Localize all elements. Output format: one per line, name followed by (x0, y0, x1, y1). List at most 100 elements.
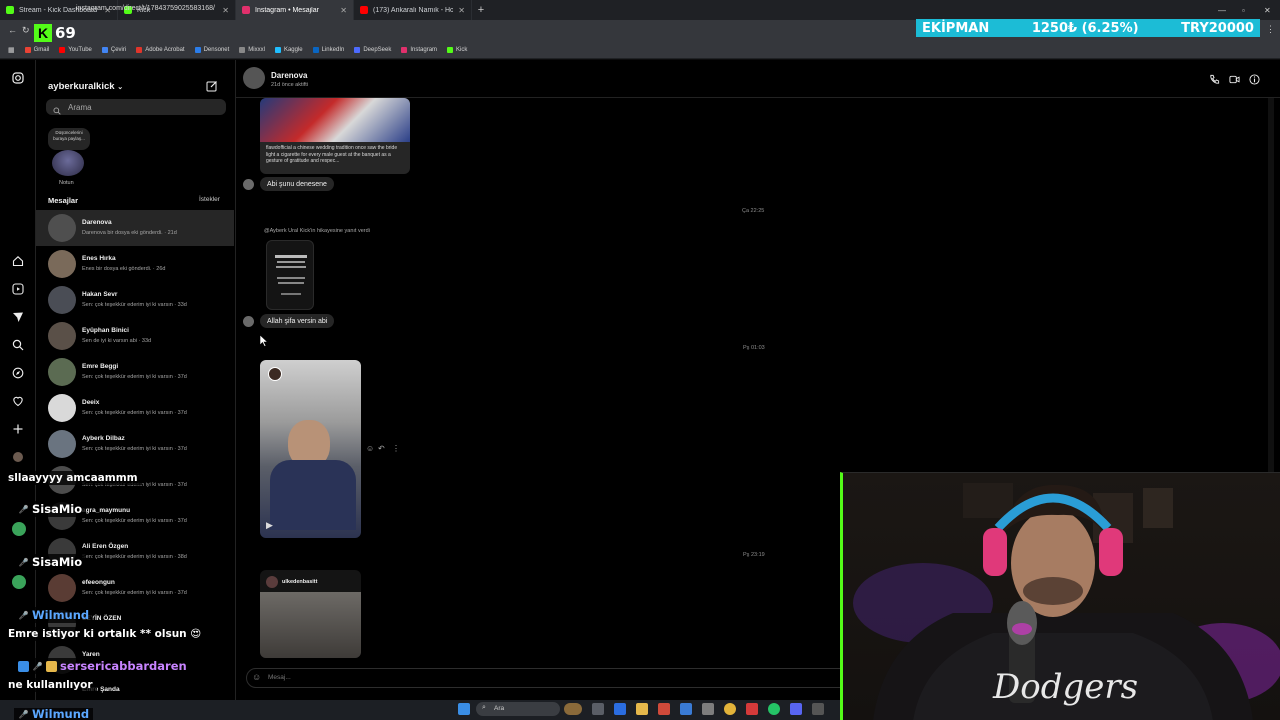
video-icon[interactable] (1228, 73, 1240, 85)
back-icon[interactable]: ← (8, 25, 17, 35)
bookmark-instagram[interactable]: Instagram (401, 47, 437, 53)
windows-start-icon[interactable] (458, 703, 470, 715)
instagram-icon[interactable] (10, 70, 26, 86)
thread-item[interactable]: efeeongun Sen: çok teşekkür ederim iyi ki… (36, 570, 234, 606)
taskbar-search[interactable] (476, 702, 560, 716)
search-icon: ⌕ (482, 704, 486, 711)
app-icon[interactable] (658, 703, 670, 715)
search-icon[interactable] (10, 337, 26, 353)
webcam-overlay: Dodgers (840, 472, 1280, 720)
tab-instagram[interactable]: Instagram • Mesajlar ✕ (236, 0, 354, 20)
url-field[interactable]: instagram.com/direct/t/17843759025583168… (76, 5, 215, 12)
stream-chat-user: 🎤 SisaMio (14, 501, 87, 517)
webcam-image: Dodgers (853, 483, 1280, 720)
message-placeholder: Mesaj... (268, 674, 291, 681)
emoji-icon[interactable]: ☺ (252, 672, 261, 682)
emoji-icon[interactable]: ☺ (366, 444, 374, 453)
new-tab-button[interactable]: + (472, 0, 490, 20)
bookmark-youtube[interactable]: YouTube (59, 47, 92, 53)
tab-youtube[interactable]: (173) Ankaralı Namık - Hovardı✕ (354, 0, 472, 20)
bookmark-kick[interactable]: Kick (447, 47, 467, 53)
kick-logo: K 69 (34, 24, 76, 42)
bookmark-deepseek[interactable]: DeepSeek (354, 47, 391, 53)
maximize-icon[interactable]: ▫ (1242, 0, 1245, 20)
copilot-icon[interactable] (614, 703, 626, 715)
whatsapp-icon[interactable] (768, 703, 780, 715)
close-icon[interactable]: ✕ (458, 6, 465, 15)
story-thumbnail[interactable] (266, 240, 314, 310)
send-icon[interactable] (10, 309, 26, 325)
heart-icon[interactable] (10, 393, 26, 409)
note-text: Düşüncelerini buraya paylaş... (48, 128, 90, 150)
bookmark-linkedin[interactable]: LinkedIn (312, 47, 344, 53)
home-icon[interactable] (10, 253, 26, 269)
svg-text:Dodgers: Dodgers (992, 667, 1138, 707)
explore-icon[interactable] (10, 365, 26, 381)
discord-icon[interactable] (790, 703, 802, 715)
thread-item[interactable]: Hakan Sevr Sen: çok teşekkür ederim iyi k… (36, 282, 234, 318)
app-icon[interactable] (812, 703, 824, 715)
avatar (48, 430, 76, 458)
compose-icon[interactable] (206, 79, 218, 97)
account-username[interactable]: ayberkuralkick ⌄ (48, 81, 123, 92)
bookmark-ceviri[interactable]: Çeviri (101, 47, 126, 53)
taskbar-widget-icon[interactable] (564, 703, 582, 715)
badge-icon: 🎤 (18, 504, 29, 514)
menu-icon[interactable]: ⋮ (1266, 24, 1275, 35)
badge-icon: 🎤 (18, 610, 29, 620)
ticker-goal: TRY20000 (1181, 20, 1254, 36)
kick-icon (6, 6, 14, 14)
thread-item[interactable]: Eyüphan Binici Sen de iyi ki varsın abi ·… (36, 318, 234, 354)
avatar[interactable] (243, 67, 265, 89)
bookmark-mixxxl[interactable]: Mixxxl (239, 47, 265, 53)
close-window-icon[interactable]: ✕ (1264, 0, 1271, 20)
folder-icon[interactable] (636, 703, 648, 715)
donation-ticker: EKİPMAN 1250₺ (6.25%) TRY20000 (916, 19, 1260, 37)
avatar (48, 286, 76, 314)
shared-reel[interactable]: ulkedenbasitt (260, 570, 361, 658)
message-bubble[interactable]: Allah şifa versin abi (260, 314, 335, 328)
shared-reel[interactable]: ▶ (260, 360, 361, 538)
close-icon[interactable]: ✕ (340, 6, 347, 15)
note-bubble[interactable]: Düşüncelerini buraya paylaş... Notun (46, 128, 90, 186)
taskbar-search-label: Ara (494, 705, 505, 712)
create-icon[interactable] (10, 421, 26, 437)
app-icon[interactable] (702, 703, 714, 715)
bookmark-densonet[interactable]: Densonet (194, 47, 229, 53)
badge-icon: 🎤 (18, 557, 29, 567)
reels-icon[interactable] (10, 281, 26, 297)
youtube-icon (360, 6, 368, 14)
thread-item[interactable]: Darenova Darenova bir dosya eki gönderdi.… (36, 210, 234, 246)
minimize-icon[interactable]: — (1218, 0, 1226, 20)
bookmark-gmail[interactable]: Gmail (24, 47, 49, 53)
thread-item[interactable]: Deeix Sen: çok teşekkür ederim iyi ki var… (36, 390, 234, 426)
requests-link[interactable]: İstekler (199, 196, 220, 203)
avatar (266, 576, 278, 588)
calendar-icon[interactable] (680, 703, 692, 715)
shared-post[interactable]: flawdofficial a chinese wedding traditio… (260, 98, 410, 174)
chrome-icon[interactable] (724, 703, 736, 715)
apps-icon[interactable]: ▦ (8, 46, 15, 54)
thread-item[interactable]: Enes Hırka Enes bir dosya eki gönderdi. ·… (36, 246, 234, 282)
info-icon[interactable] (1248, 73, 1260, 85)
timestamp: Ça 22:25 (742, 208, 765, 214)
message-bubble[interactable]: Abi şunu denesene (260, 177, 334, 191)
timestamp: Pş 01:03 (743, 345, 765, 351)
avatar (52, 150, 84, 176)
thread-item[interactable]: Emre Beggi Sen: çok teşekkür ederim iyi k… (36, 354, 234, 390)
reload-icon[interactable]: ↻ (22, 25, 30, 36)
more-icon[interactable]: ⋮ (392, 444, 400, 453)
bookmark-adobe[interactable]: Adobe Acrobat (136, 47, 185, 53)
reply-icon[interactable]: ↶ (378, 444, 385, 453)
thread-item[interactable]: Ayberk Dilbaz Sen: çok teşekkür ederim iy… (36, 426, 234, 462)
task-view-icon[interactable] (592, 703, 604, 715)
close-icon[interactable]: ✕ (222, 6, 229, 15)
phone-icon[interactable] (1208, 73, 1220, 85)
profile-avatar[interactable] (10, 449, 26, 465)
bookmark-kaggle[interactable]: Kaggle (274, 47, 303, 53)
chat-contact-name[interactable]: Darenova (271, 71, 307, 80)
reel-image (260, 592, 361, 658)
note-label: Notun (59, 180, 74, 186)
instagram-icon (242, 6, 250, 14)
youtube-icon[interactable] (746, 703, 758, 715)
